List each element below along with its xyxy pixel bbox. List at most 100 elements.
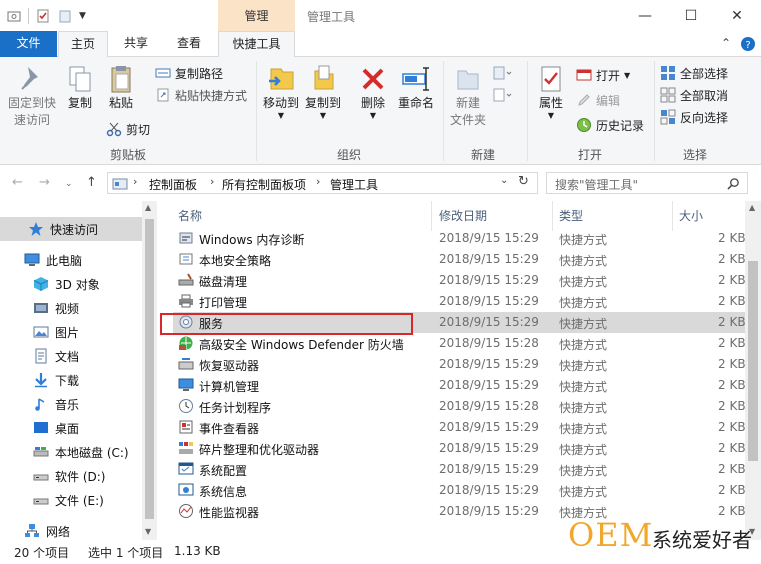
breadcrumb-admin-tools[interactable]: 管理工具 [330, 176, 378, 193]
file-size: 2 KB [718, 231, 746, 245]
properties-check-icon[interactable] [35, 8, 51, 24]
search-input[interactable]: 搜索"管理工具" [546, 172, 748, 194]
sidebar-item-drive-e[interactable]: 文件 (E:) [0, 488, 142, 512]
file-date: 2018/9/15 15:29 [439, 231, 539, 245]
sidebar-item-3d-objects[interactable]: 3D 对象 [0, 272, 142, 296]
sidebar-item-quick-access[interactable]: 快速访问 [0, 217, 142, 241]
tab-view[interactable]: 查看 [164, 31, 214, 57]
new-item-icon[interactable] [493, 65, 513, 81]
sidebar-item-pictures[interactable]: 图片 [0, 320, 142, 344]
file-list-scroll-thumb[interactable] [748, 261, 758, 461]
edit-button[interactable]: 编辑 [576, 90, 620, 110]
breadcrumb-separator-icon[interactable]: › [133, 175, 137, 188]
file-row[interactable]: 系统配置 2018/9/15 15:29 快捷方式 2 KB [173, 459, 749, 480]
sidebar-item-desktop[interactable]: 桌面 [0, 416, 142, 440]
rename-button[interactable]: 重命名 [395, 63, 437, 112]
breadcrumb-all-items[interactable]: 所有控制面板项 [222, 176, 306, 193]
file-row[interactable]: 磁盘清理 2018/9/15 15:29 快捷方式 2 KB [173, 270, 749, 291]
sidebar-scrollbar[interactable]: ▲ ▼ [142, 201, 157, 540]
copy-button[interactable]: 复制 [62, 63, 98, 112]
sidebar-item-downloads[interactable]: 下载 [0, 368, 142, 392]
sidebar-item-videos[interactable]: 视频 [0, 296, 142, 320]
breadcrumb-separator-icon[interactable]: › [316, 175, 320, 188]
copy-to-button[interactable]: 复制到 ▼ [303, 63, 343, 120]
cut-label: 剪切 [126, 122, 151, 137]
invert-selection-button[interactable]: 反向选择 [660, 107, 728, 127]
divider [527, 61, 528, 161]
divider[interactable] [431, 201, 432, 231]
sidebar-item-documents[interactable]: 文档 [0, 344, 142, 368]
sidebar-item-music[interactable]: 音乐 [0, 392, 142, 416]
firewall-icon [179, 336, 193, 350]
select-all-button[interactable]: 全部选择 [660, 63, 728, 83]
minimize-button[interactable]: — [622, 0, 668, 31]
folder-settings-icon[interactable] [6, 8, 22, 24]
paste-button[interactable]: 粘贴 [103, 63, 139, 112]
file-row[interactable]: 碎片整理和优化驱动器 2018/9/15 15:29 快捷方式 2 KB [173, 438, 749, 459]
cut-button[interactable]: 剪切 [106, 119, 150, 139]
file-name: 任务计划程序 [199, 401, 272, 415]
column-header-name[interactable]: 名称 [178, 207, 202, 224]
file-row[interactable]: 计算机管理 2018/9/15 15:29 快捷方式 2 KB [173, 375, 749, 396]
help-icon[interactable]: ? [740, 36, 756, 52]
tab-home[interactable]: 主页 [58, 31, 108, 58]
refresh-icon[interactable]: ↻ [518, 174, 529, 189]
file-row[interactable]: 事件查看器 2018/9/15 15:29 快捷方式 2 KB [173, 417, 749, 438]
cube-icon [33, 277, 49, 291]
tab-share[interactable]: 共享 [112, 31, 160, 57]
scroll-up-icon[interactable]: ▲ [749, 203, 755, 212]
select-none-button[interactable]: 全部取消 [660, 85, 728, 105]
divider[interactable] [552, 201, 553, 231]
divider[interactable] [672, 201, 673, 231]
pin-quick-access-button[interactable]: 固定到快 速访问 [4, 63, 60, 129]
sidebar-scroll-thumb[interactable] [145, 219, 154, 519]
file-row[interactable]: 本地安全策略 2018/9/15 15:29 快捷方式 2 KB [173, 249, 749, 270]
sidebar-item-this-pc[interactable]: 此电脑 [0, 248, 142, 272]
address-bar[interactable]: › 控制面板 › 所有控制面板项 › 管理工具 ⌄ ↻ [107, 172, 538, 194]
file-size: 2 KB [718, 378, 746, 392]
tab-file[interactable]: 文件 [0, 31, 57, 57]
file-row[interactable]: 恢复驱动器 2018/9/15 15:29 快捷方式 2 KB [173, 354, 749, 375]
copy-path-button[interactable]: 复制路径 [155, 63, 223, 83]
file-row[interactable]: 系统信息 2018/9/15 15:29 快捷方式 2 KB [173, 480, 749, 501]
close-button[interactable]: ✕ [714, 0, 760, 31]
back-arrow-icon[interactable]: ← [12, 175, 23, 190]
file-row[interactable]: Windows 内存诊断 2018/9/15 15:29 快捷方式 2 KB [173, 228, 749, 249]
maximize-button[interactable]: ☐ [668, 0, 714, 31]
column-header-size[interactable]: 大小 [679, 207, 703, 224]
recent-locations-chevron-icon[interactable]: ⌄ [65, 179, 73, 189]
column-header-type[interactable]: 类型 [559, 207, 583, 224]
chevron-up-icon[interactable]: ⌃ [721, 36, 731, 50]
forward-arrow-icon[interactable]: → [39, 175, 50, 190]
file-type: 快捷方式 [559, 443, 608, 457]
scroll-up-icon[interactable]: ▲ [145, 203, 151, 212]
scroll-down-icon[interactable]: ▼ [145, 527, 151, 536]
open-button[interactable]: 打开 ▼ [576, 65, 630, 85]
file-row[interactable]: 高级安全 Windows Defender 防火墙 2018/9/15 15:2… [173, 333, 749, 354]
delete-button[interactable]: 删除 ▼ [356, 63, 390, 120]
file-row[interactable]: 任务计划程序 2018/9/15 15:28 快捷方式 2 KB [173, 396, 749, 417]
file-row[interactable]: 打印管理 2018/9/15 15:29 快捷方式 2 KB [173, 291, 749, 312]
chevron-down-icon[interactable]: ▼ [79, 11, 86, 21]
sidebar-item-drive-c[interactable]: 本地磁盘 (C:) [0, 440, 142, 464]
history-icon [577, 118, 591, 132]
breadcrumb-control-panel[interactable]: 控制面板 [149, 176, 197, 193]
column-header-date[interactable]: 修改日期 [439, 207, 487, 224]
sidebar-item-drive-d[interactable]: 软件 (D:) [0, 464, 142, 488]
new-folder-icon[interactable] [57, 8, 73, 24]
properties-button[interactable]: 属性 ▼ [533, 63, 569, 120]
tab-shortcut-tools[interactable]: 快捷工具 [218, 31, 295, 57]
properties-icon [541, 66, 561, 92]
file-list-scrollbar[interactable]: ▲ ▼ [745, 201, 761, 540]
easy-access-icon[interactable] [493, 87, 513, 103]
move-to-button[interactable]: 移动到 ▼ [261, 63, 301, 120]
new-folder-button[interactable]: 新建 文件夹 [447, 63, 489, 129]
paste-shortcut-button[interactable]: 粘贴快捷方式 [155, 85, 247, 105]
up-arrow-icon[interactable]: ↑ [86, 175, 97, 190]
scissors-icon [106, 122, 122, 137]
breadcrumb-separator-icon[interactable]: › [210, 175, 214, 188]
history-button[interactable]: 历史记录 [576, 115, 644, 135]
file-list: ⌃ 名称 修改日期 类型 大小 Windows 内存诊断 2018/9/15 1… [157, 201, 761, 540]
address-dropdown-icon[interactable]: ⌄ [500, 175, 508, 186]
search-icon[interactable] [727, 177, 740, 190]
